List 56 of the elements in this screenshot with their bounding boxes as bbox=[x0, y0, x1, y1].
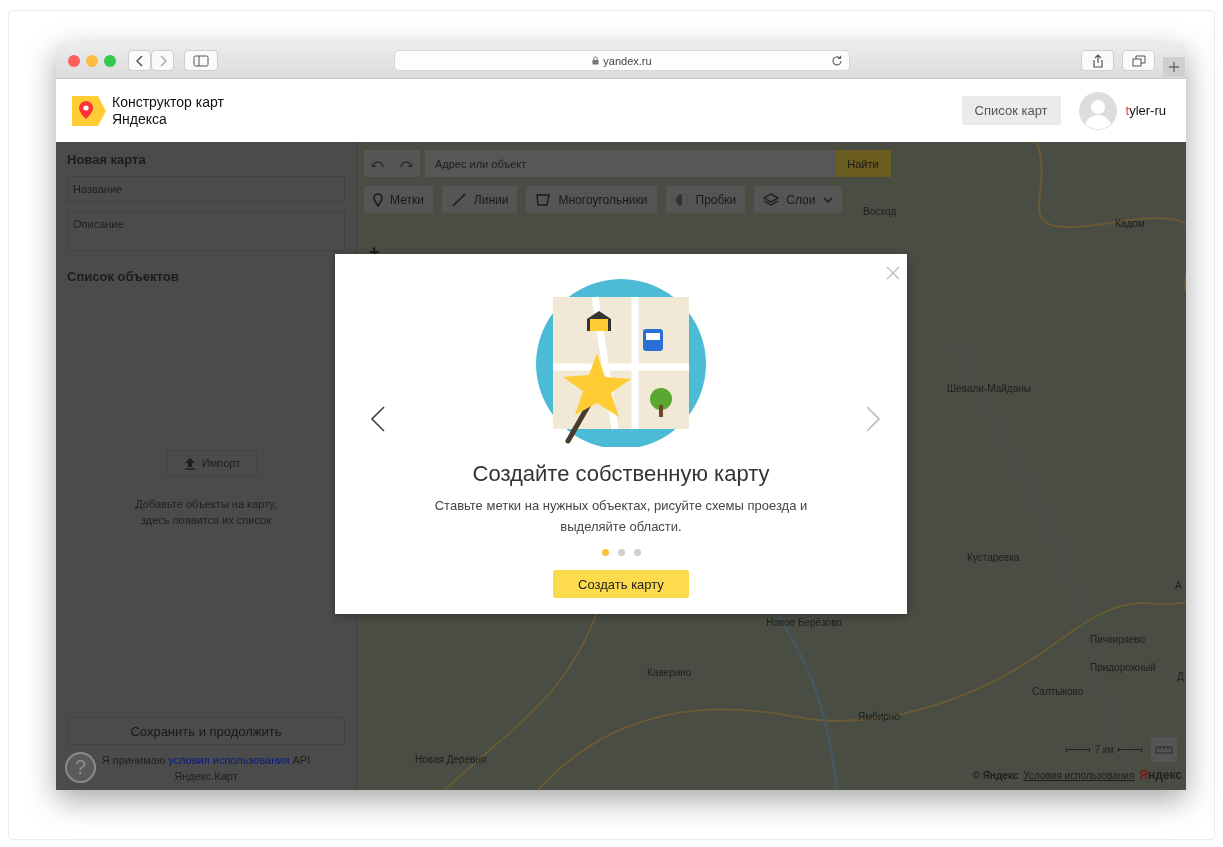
create-map-button[interactable]: Создать карту bbox=[553, 570, 689, 598]
share-button[interactable] bbox=[1081, 50, 1114, 71]
upload-icon bbox=[183, 456, 196, 470]
line-tool-button[interactable]: Линии bbox=[441, 186, 518, 213]
undo-icon bbox=[371, 158, 385, 169]
app-logo-text[interactable]: Конструктор карт Яндекса bbox=[112, 93, 252, 128]
layers-icon bbox=[763, 192, 780, 207]
caret-icon bbox=[822, 196, 833, 203]
url-text: yandex.ru bbox=[592, 54, 652, 67]
map-pin-logo-icon bbox=[72, 95, 106, 126]
sidebar-icon bbox=[193, 54, 209, 67]
place-label: Придорожный bbox=[1090, 662, 1156, 673]
chevron-right-icon bbox=[158, 54, 167, 67]
minimize-window-icon[interactable] bbox=[86, 54, 98, 67]
reload-icon[interactable] bbox=[831, 55, 843, 67]
ruler-icon bbox=[1155, 745, 1173, 754]
undo-redo-control[interactable] bbox=[364, 150, 420, 177]
new-tab-button[interactable] bbox=[1163, 56, 1185, 77]
placemark-tool-button[interactable]: Метки bbox=[364, 186, 433, 213]
share-icon bbox=[1091, 53, 1104, 68]
address-bar[interactable]: yandex.ru bbox=[394, 50, 850, 71]
tabs-button[interactable] bbox=[1122, 50, 1155, 71]
user-name[interactable]: tyler-ru bbox=[1125, 103, 1166, 118]
slide-dot[interactable] bbox=[601, 549, 609, 556]
plus-icon bbox=[1168, 60, 1180, 73]
dialog-title: Создайте собственную карту bbox=[472, 461, 770, 487]
line-icon bbox=[450, 191, 467, 208]
lock-icon bbox=[592, 56, 600, 65]
sidebar-toggle-button[interactable] bbox=[184, 50, 218, 71]
close-window-icon[interactable] bbox=[68, 54, 80, 67]
place-label: Ямбирно bbox=[858, 711, 900, 722]
polygon-tool-button[interactable]: Многоугольники bbox=[526, 186, 657, 213]
maximize-window-icon[interactable] bbox=[104, 54, 116, 67]
traffic-tool-button[interactable]: Пробки bbox=[665, 186, 746, 213]
pin-icon bbox=[373, 192, 383, 207]
place-label: Кадом bbox=[1115, 218, 1145, 229]
traffic-icon bbox=[674, 192, 689, 207]
maps-list-button[interactable]: Список карт bbox=[961, 96, 1061, 125]
slide-dot[interactable] bbox=[633, 549, 641, 556]
chevron-left-icon bbox=[135, 54, 144, 67]
polygon-icon bbox=[535, 192, 552, 207]
dialog-text: Ставьте метки на нужных объектах, рисуйте схемы проезда и выделяйте области. bbox=[433, 497, 809, 536]
next-slide-icon[interactable] bbox=[866, 406, 880, 432]
slide-dot[interactable] bbox=[617, 549, 625, 556]
help-button[interactable]: ? bbox=[65, 752, 96, 783]
terms-link[interactable]: условия использования bbox=[168, 754, 290, 766]
redo-icon bbox=[399, 158, 413, 169]
previous-slide-icon[interactable] bbox=[371, 406, 385, 432]
back-button[interactable] bbox=[128, 50, 151, 71]
forward-button[interactable] bbox=[151, 50, 174, 71]
ruler-button[interactable] bbox=[1151, 737, 1177, 762]
layers-tool-button[interactable]: Слои bbox=[754, 186, 842, 213]
close-icon[interactable] bbox=[886, 266, 900, 280]
find-button[interactable]: Найти bbox=[835, 150, 891, 177]
tabs-icon bbox=[1131, 54, 1146, 67]
user-avatar-icon[interactable] bbox=[1078, 91, 1117, 130]
